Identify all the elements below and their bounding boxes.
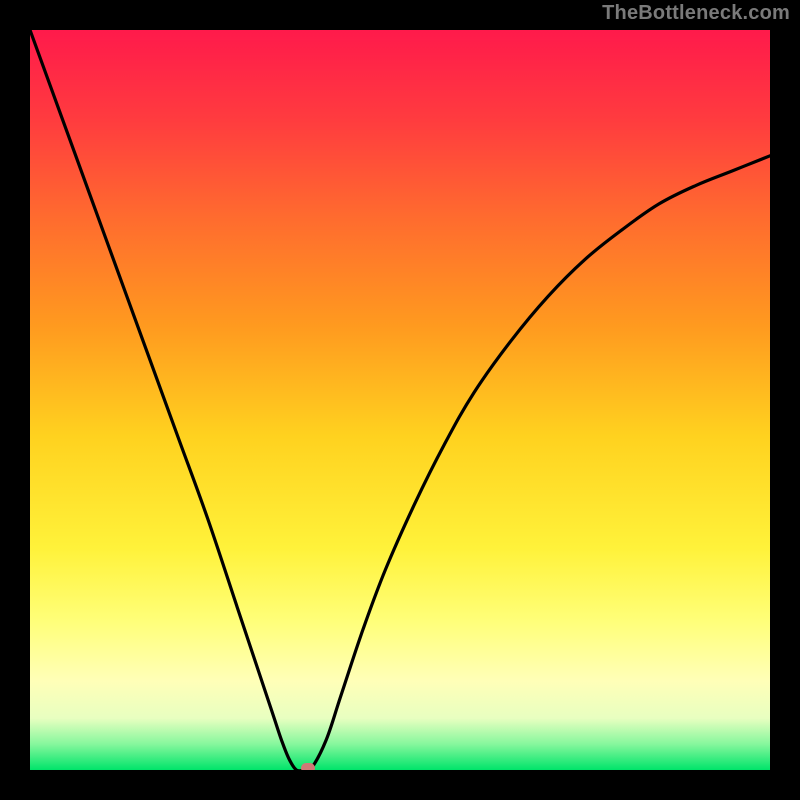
chart-svg bbox=[30, 30, 770, 770]
plot-area bbox=[30, 30, 770, 770]
watermark-text: TheBottleneck.com bbox=[602, 2, 790, 25]
optimum-marker bbox=[301, 763, 315, 770]
gradient-background bbox=[30, 30, 770, 770]
chart-container: TheBottleneck.com bbox=[0, 0, 800, 800]
